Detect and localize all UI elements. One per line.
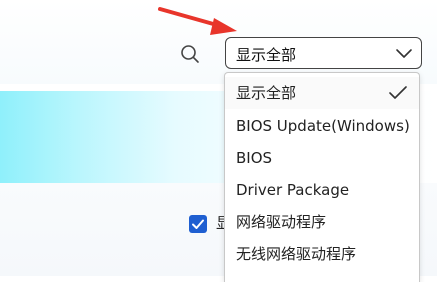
checkbox-check-icon (192, 219, 204, 229)
filter-select[interactable]: 显示全部 (225, 37, 422, 69)
option-label: 无线网络驱动程序 (236, 245, 357, 263)
filter-option-driver-package[interactable]: Driver Package (225, 174, 419, 206)
option-label: Driver Package (236, 181, 350, 199)
filter-option-bios-update-windows[interactable]: BIOS Update(Windows) (225, 110, 419, 142)
option-label: BIOS Update(Windows) (236, 117, 410, 135)
filter-dropdown: 显示全部 BIOS Update(Windows) BIOS Driver Pa… (224, 72, 420, 282)
filter-option-bios[interactable]: BIOS (225, 142, 419, 174)
filter-select-value: 显示全部 (236, 46, 297, 64)
filter-option-network-driver[interactable]: 网络驱动程序 (225, 206, 419, 238)
option-label: 显示全部 (236, 84, 297, 102)
show-all-checkbox[interactable] (189, 215, 207, 233)
option-label: BIOS (236, 149, 273, 167)
chevron-down-icon (396, 49, 412, 58)
search-icon[interactable] (178, 42, 202, 66)
option-label: 网络驱动程序 (236, 213, 327, 231)
filter-option-all[interactable]: 显示全部 (225, 77, 419, 109)
checkbox-label: 显 (216, 214, 224, 232)
filter-option-wireless-network-driver[interactable]: 无线网络驱动程序 (225, 238, 419, 270)
checkmark-icon (389, 86, 407, 99)
